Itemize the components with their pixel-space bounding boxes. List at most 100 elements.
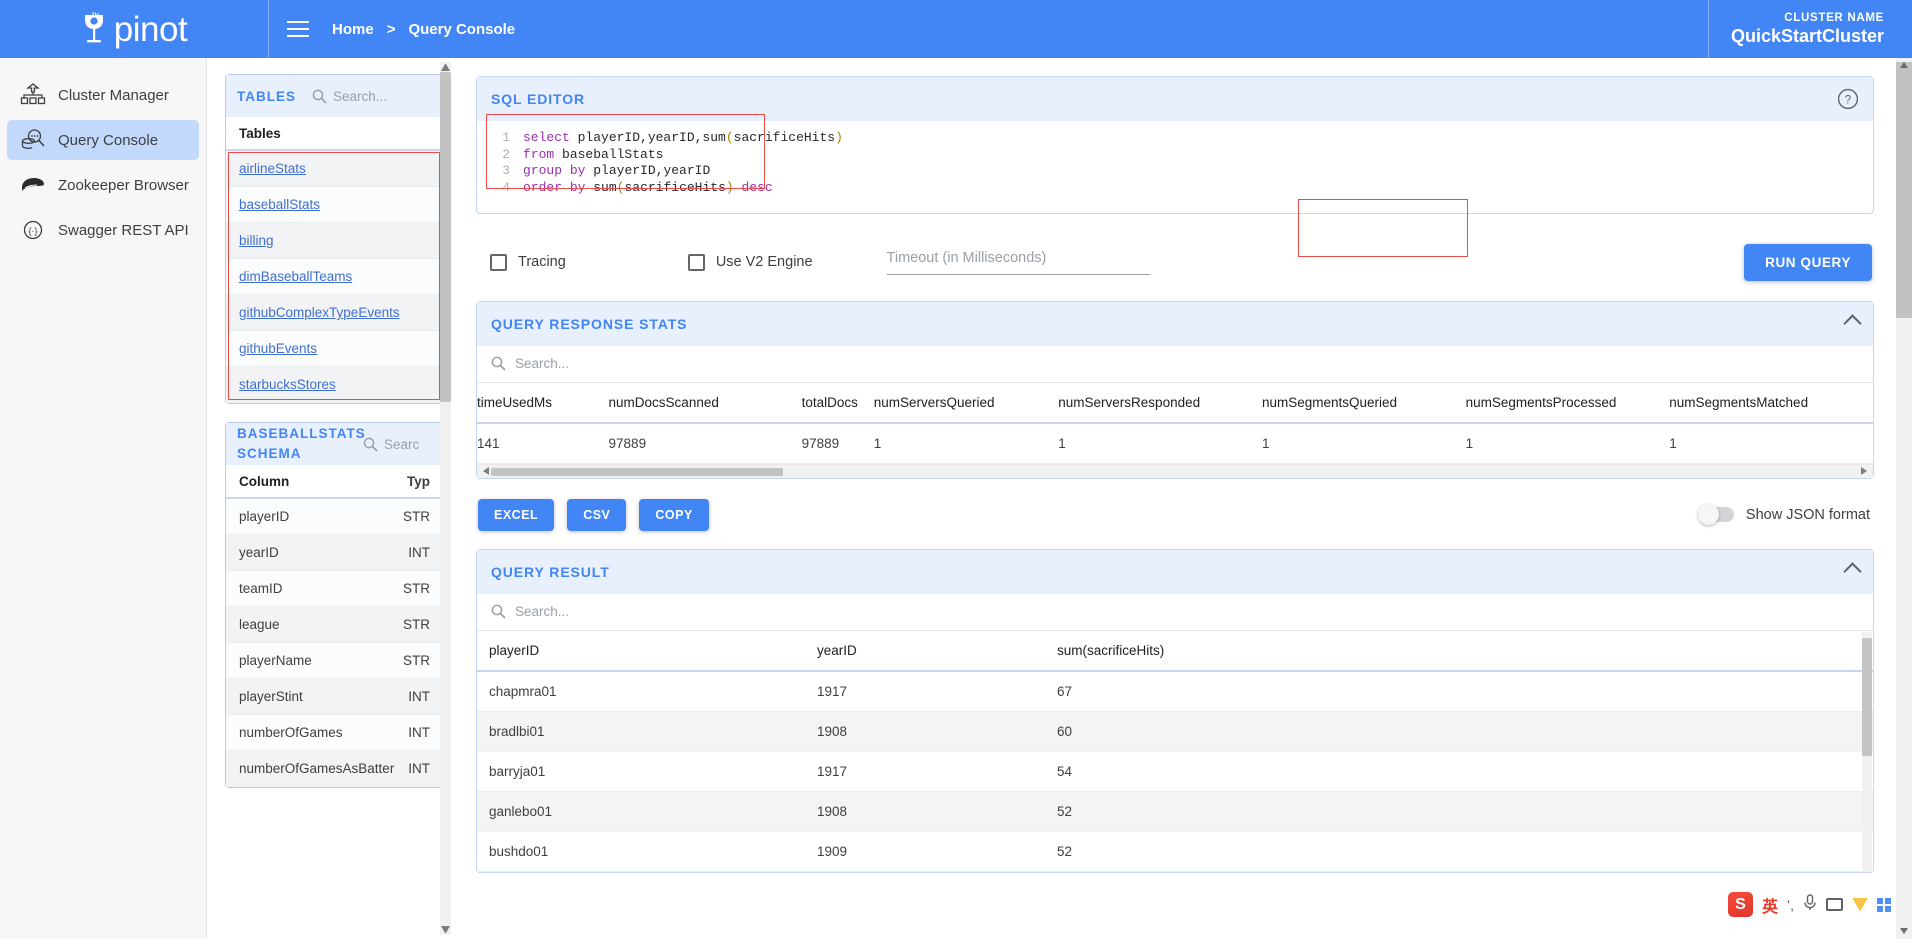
sidebar-item-zookeeper-browser[interactable]: Zookeeper Browser bbox=[7, 165, 199, 205]
result-cell: 52 bbox=[1057, 791, 1873, 832]
scroll-right-icon[interactable] bbox=[1861, 467, 1869, 475]
result-cell: 1909 bbox=[817, 831, 1057, 872]
sidebar-item-swagger-rest-api[interactable]: {·} Swagger REST API bbox=[7, 210, 199, 250]
scroll-up-icon[interactable] bbox=[441, 62, 450, 71]
hamburger-icon[interactable] bbox=[269, 0, 327, 58]
copy-button[interactable]: COPY bbox=[639, 498, 709, 531]
run-query-button[interactable]: RUN QUERY bbox=[1744, 243, 1872, 281]
mic-icon[interactable] bbox=[1803, 893, 1817, 916]
left-column-scrollbar-thumb[interactable] bbox=[440, 72, 451, 402]
sidebar-item-label: Query Console bbox=[58, 131, 159, 149]
code-text: select playerID,yearID,sum(sacrificeHits… bbox=[523, 130, 843, 145]
stats-col-header: totalDocs bbox=[801, 382, 874, 424]
tables-search-input[interactable]: Search... bbox=[312, 89, 432, 104]
line-number: 1 bbox=[502, 130, 510, 145]
toggle-switch[interactable] bbox=[1697, 504, 1734, 525]
tables-search-placeholder: Search... bbox=[333, 88, 388, 104]
list-item[interactable]: starbucksStores bbox=[226, 367, 443, 403]
table-row: bradlbi01 1908 60 bbox=[477, 711, 1873, 752]
top-app-bar: pinot Home > Query Console CLUSTER NAME … bbox=[0, 0, 1912, 58]
stats-cell: 141 bbox=[477, 422, 609, 464]
timeout-placeholder: Timeout (in Milliseconds) bbox=[886, 250, 1047, 266]
table-link[interactable]: dimBaseballTeams bbox=[239, 269, 352, 284]
apps-icon[interactable] bbox=[1877, 897, 1891, 912]
show-json-format-label: Show JSON format bbox=[1745, 506, 1870, 523]
show-json-format-toggle[interactable]: Show JSON format bbox=[1697, 504, 1870, 525]
stats-search-input[interactable]: Search... bbox=[477, 346, 1873, 383]
result-search-input[interactable]: Search... bbox=[477, 594, 1873, 631]
schema-column-type: STR bbox=[403, 509, 430, 524]
timeout-input[interactable]: Timeout (in Milliseconds) bbox=[886, 249, 1150, 275]
schema-column-name: yearID bbox=[239, 545, 279, 560]
checkbox-icon[interactable] bbox=[687, 253, 705, 271]
list-item[interactable]: baseballStats bbox=[226, 187, 443, 223]
breadcrumb-item-home[interactable]: Home bbox=[332, 21, 374, 38]
table-link[interactable]: githubComplexTypeEvents bbox=[239, 305, 400, 320]
pinot-logo[interactable]: pinot bbox=[0, 0, 268, 58]
page-scroll-up-icon[interactable] bbox=[1900, 62, 1908, 68]
stats-col-header: numServersResponded bbox=[1058, 382, 1262, 424]
help-circle-icon[interactable]: ? bbox=[1837, 88, 1859, 110]
list-item[interactable]: dimBaseballTeams bbox=[226, 259, 443, 295]
table-link[interactable]: billing bbox=[239, 233, 274, 248]
table-row: numberOfGamesAsBatter INT bbox=[226, 751, 443, 787]
sidebar-item-cluster-manager[interactable]: Cluster Manager bbox=[7, 75, 199, 115]
schema-header-column: Column bbox=[239, 473, 290, 489]
scroll-down-icon[interactable] bbox=[441, 926, 450, 935]
use-v2-engine-checkbox[interactable]: Use V2 Engine bbox=[687, 253, 813, 271]
sql-editor-title: SQL EDITOR bbox=[491, 91, 586, 107]
result-cell: barryja01 bbox=[477, 751, 817, 792]
table-link[interactable]: baseballStats bbox=[239, 197, 320, 212]
sql-editor-card: SQL EDITOR ? 1 select playerID,yearID,su… bbox=[476, 76, 1874, 214]
sidebar-item-label: Zookeeper Browser bbox=[58, 176, 189, 194]
scroll-left-icon[interactable] bbox=[481, 467, 489, 475]
result-scrollbar-thumb[interactable] bbox=[1862, 637, 1872, 756]
result-cell: bradlbi01 bbox=[477, 711, 817, 752]
schema-search-input[interactable]: Searc bbox=[363, 437, 432, 452]
sidebar-item-query-console[interactable]: Query Console bbox=[7, 120, 199, 160]
svg-text:{·}: {·} bbox=[28, 226, 37, 236]
table-row: league STR bbox=[226, 607, 443, 643]
ime-punctuation-icon[interactable]: ʻ, bbox=[1787, 897, 1794, 913]
stats-scrollbar-thumb[interactable] bbox=[491, 467, 783, 476]
export-excel-button[interactable]: EXCEL bbox=[478, 498, 555, 531]
schema-panel-header: BASEBALLSTATS SCHEMA Searc bbox=[226, 423, 443, 465]
table-link[interactable]: airlineStats bbox=[239, 161, 306, 176]
query-result-table: playerID yearID sum(sacrificeHits) chapm… bbox=[477, 630, 1873, 872]
breadcrumb-item-query-console[interactable]: Query Console bbox=[408, 21, 515, 38]
schema-column-type: STR bbox=[403, 581, 430, 596]
stats-col-header: timeUsedMs bbox=[477, 382, 609, 424]
schema-column-name: league bbox=[239, 617, 280, 632]
page-scroll-down-icon[interactable] bbox=[1900, 928, 1908, 934]
keyboard-icon[interactable] bbox=[1826, 898, 1843, 911]
sql-code-area[interactable]: 1 select playerID,yearID,sum(sacrificeHi… bbox=[490, 130, 1860, 197]
table-link[interactable]: githubEvents bbox=[239, 341, 317, 356]
chevron-up-icon[interactable] bbox=[1843, 314, 1862, 333]
swagger-icon: {·} bbox=[20, 218, 46, 242]
schema-panel-title: BASEBALLSTATS SCHEMA bbox=[237, 426, 366, 461]
tracing-checkbox[interactable]: Tracing bbox=[490, 253, 566, 271]
svg-text:?: ? bbox=[1845, 95, 1851, 107]
table-link[interactable]: starbucksStores bbox=[239, 377, 336, 392]
schema-panel: BASEBALLSTATS SCHEMA Searc Column Typ pl… bbox=[225, 422, 444, 788]
ime-language-icon[interactable]: 英 bbox=[1762, 893, 1778, 917]
code-text: from baseballStats bbox=[523, 146, 664, 162]
toolbox-icon[interactable] bbox=[1852, 897, 1868, 912]
stats-horizontal-scrollbar[interactable] bbox=[477, 463, 1873, 478]
stats-cell: 1 bbox=[1058, 422, 1262, 464]
checkbox-icon[interactable] bbox=[490, 253, 507, 271]
list-item[interactable]: githubEvents bbox=[226, 331, 443, 367]
schema-column-name: playerID bbox=[239, 509, 290, 524]
ime-logo-icon[interactable]: S bbox=[1727, 892, 1753, 917]
sql-editor-body[interactable]: 1 select playerID,yearID,sum(sacrificeHi… bbox=[477, 121, 1873, 213]
chevron-up-icon[interactable] bbox=[1843, 562, 1862, 581]
list-item[interactable]: airlineStats bbox=[226, 151, 443, 187]
page-scrollbar-thumb[interactable] bbox=[1896, 62, 1912, 318]
list-item[interactable]: billing bbox=[226, 223, 443, 259]
result-col-header: sum(sacrificeHits) bbox=[1057, 630, 1873, 672]
list-item[interactable]: githubComplexTypeEvents bbox=[226, 295, 443, 331]
code-line: 4 order by sum(sacrificeHits) desc bbox=[490, 180, 1860, 197]
query-result-card: QUERY RESULT Search... playerID yearID s… bbox=[476, 548, 1874, 873]
export-csv-button[interactable]: CSV bbox=[567, 498, 627, 531]
result-cell: 52 bbox=[1057, 831, 1873, 872]
